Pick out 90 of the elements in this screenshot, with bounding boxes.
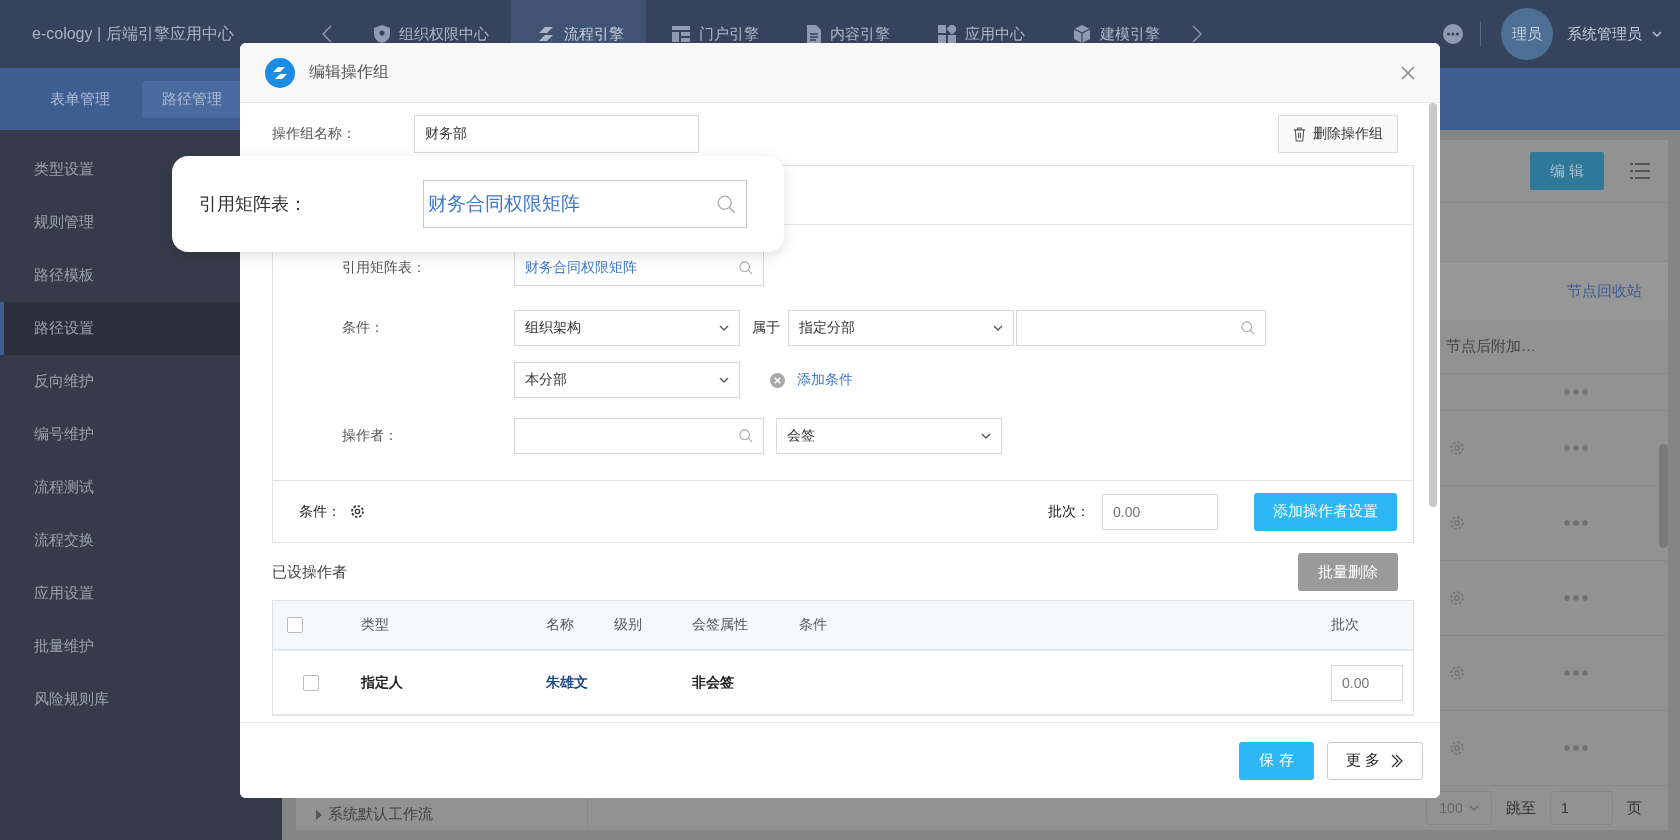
more-icon[interactable]	[1564, 595, 1588, 601]
tree-item[interactable]: 系统默认工作流	[316, 805, 433, 824]
chevron-down-icon	[719, 377, 729, 383]
search-icon[interactable]	[739, 261, 753, 275]
more-icon[interactable]	[1564, 745, 1588, 751]
close-icon[interactable]	[1401, 65, 1415, 80]
cube-icon	[1073, 25, 1091, 43]
user-avatar[interactable]: 理员	[1501, 8, 1553, 60]
module-tab[interactable]: 应用中心	[912, 0, 1047, 68]
trash-icon	[1293, 126, 1306, 142]
table-cell-text: 非会签	[692, 673, 735, 692]
column-header: 条件	[799, 616, 828, 634]
condition-label: 条件：	[299, 502, 341, 521]
shield-icon	[374, 25, 390, 43]
user-name[interactable]: 系统管理员	[1567, 24, 1642, 44]
delete-group-button[interactable]: 删除操作组	[1278, 115, 1398, 153]
chevron-down-icon	[993, 325, 1003, 331]
document-icon	[807, 25, 821, 43]
expand-arrow-icon[interactable]	[316, 809, 322, 820]
module-tab[interactable]: 建模引擎	[1047, 0, 1182, 68]
list-icon[interactable]	[1630, 162, 1650, 180]
gear-icon[interactable]	[1448, 589, 1466, 607]
field-select[interactable]: 组织架构	[514, 310, 740, 346]
logo-icon	[265, 57, 295, 88]
module-tab[interactable]: 门户引擎	[646, 0, 781, 68]
page-input[interactable]: 1	[1550, 791, 1613, 825]
name-input[interactable]: 财务部	[414, 115, 699, 153]
caret-icon[interactable]	[1652, 31, 1662, 37]
chat-icon[interactable]	[1442, 23, 1464, 45]
field-label: 操作组名称：	[272, 125, 357, 143]
chevron-right-icon[interactable]	[1192, 25, 1202, 43]
chevron-down-icon	[719, 325, 729, 331]
app-title: e-cology | 后端引擎应用中心	[32, 23, 235, 44]
matrix-field[interactable]: 财务合同权限矩阵	[423, 180, 747, 228]
column-header: 类型	[360, 616, 390, 634]
scope-select[interactable]: 指定分部	[788, 310, 1014, 346]
dialog-title: 编辑操作组	[309, 62, 389, 82]
batch-input[interactable]: 0.00	[1331, 664, 1403, 701]
remove-icon[interactable]	[770, 372, 785, 388]
more-icon[interactable]	[1564, 520, 1588, 526]
search-icon[interactable]	[1241, 321, 1255, 335]
module-tab[interactable]: 内容引擎	[781, 0, 912, 68]
scrollbar[interactable]	[1429, 103, 1437, 507]
jump-label: 跳至	[1506, 798, 1536, 818]
checkbox[interactable]	[303, 674, 319, 691]
field-label: 引用矩阵表：	[199, 193, 308, 216]
user-link[interactable]: 朱雄文	[546, 673, 614, 692]
column-header: 会签属性	[692, 616, 749, 634]
more-icon[interactable]	[1564, 389, 1588, 395]
relation-label: 属于	[752, 319, 780, 337]
layout-icon	[672, 26, 690, 42]
sub-scope-select[interactable]: 本分部	[514, 362, 740, 398]
page-unit: 页	[1627, 798, 1642, 818]
batch-input[interactable]: 0.00	[1102, 493, 1218, 530]
field-label: 引用矩阵表：	[342, 259, 427, 277]
column-header: 名称	[546, 616, 575, 634]
gear-icon[interactable]	[1448, 739, 1466, 757]
gear-icon[interactable]	[1448, 664, 1466, 682]
gear-icon[interactable]	[1448, 439, 1466, 457]
more-button[interactable]: 更 多	[1327, 741, 1423, 780]
section-title: 已设操作者	[272, 562, 347, 582]
search-icon[interactable]	[717, 194, 736, 214]
more-icon[interactable]	[1564, 670, 1588, 676]
double-chevron-icon	[1390, 753, 1405, 768]
chevron-down-icon	[1468, 805, 1479, 811]
checkbox[interactable]	[287, 617, 303, 633]
more-icon[interactable]	[1564, 445, 1588, 451]
add-condition-link[interactable]: 添加条件	[797, 371, 853, 389]
search-field[interactable]	[1016, 310, 1266, 346]
flow-icon	[537, 25, 555, 43]
field-label: 操作者：	[342, 427, 399, 445]
recycle-bin-link[interactable]: 节点回收站	[1567, 281, 1642, 301]
sub-tab[interactable]: 表单管理	[30, 81, 130, 118]
field-label: 条件：	[342, 319, 385, 337]
settings-icon[interactable]	[349, 503, 366, 520]
table-cell-text: 节点后附加…	[1446, 337, 1537, 356]
chevron-down-icon	[981, 433, 991, 439]
batch-label: 批次：	[1048, 502, 1090, 521]
edit-button[interactable]: 编 辑	[1530, 152, 1604, 190]
sub-tab[interactable]: 路径管理	[142, 81, 242, 118]
apps-icon	[938, 25, 956, 43]
search-icon[interactable]	[739, 429, 753, 443]
table-cell-text: 指定人	[359, 673, 404, 692]
scrollbar[interactable]	[1659, 444, 1668, 548]
column-header: 批次	[1330, 616, 1360, 634]
column-header: 级别	[614, 616, 643, 634]
gear-icon[interactable]	[1448, 514, 1466, 532]
operator-field[interactable]	[514, 418, 764, 454]
sign-mode-select[interactable]: 会签	[776, 418, 1002, 454]
chevron-left-icon[interactable]	[322, 25, 332, 43]
